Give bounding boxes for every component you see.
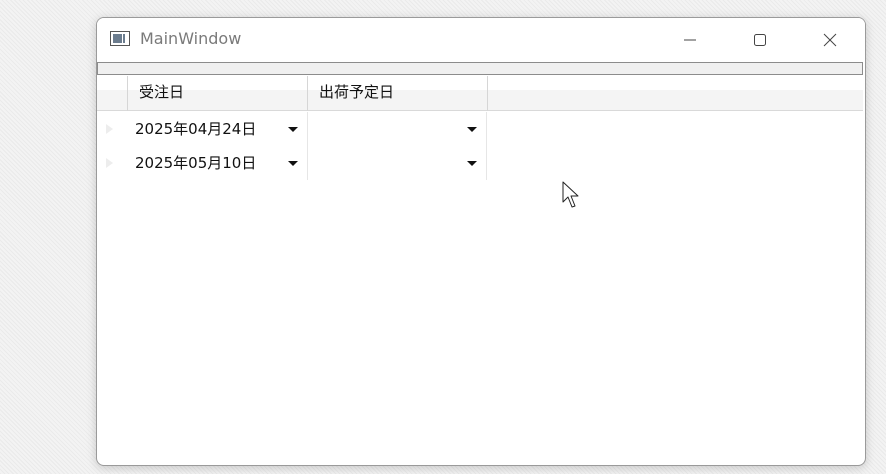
order-date-picker[interactable]: 2025年04月24日: [127, 112, 307, 146]
close-icon: [823, 33, 837, 47]
column-header-filler: [487, 76, 863, 111]
minimize-icon: [684, 39, 696, 41]
window-title: MainWindow: [140, 29, 242, 48]
row-header[interactable]: [97, 112, 127, 146]
column-header-order-date[interactable]: 受注日: [127, 76, 307, 111]
mouse-cursor-icon: [562, 181, 579, 208]
close-button[interactable]: [807, 18, 853, 62]
minimize-button[interactable]: [667, 18, 713, 62]
dropdown-arrow-icon[interactable]: [467, 127, 477, 133]
order-date-value: 2025年05月10日: [135, 154, 257, 172]
dropdown-arrow-icon[interactable]: [288, 127, 298, 133]
maximize-icon: [754, 34, 766, 46]
title-bar[interactable]: MainWindow: [97, 18, 865, 62]
main-window: MainWindow 受注日 出荷予定日 2025年04月24日 2025年05…: [96, 17, 866, 466]
row-triangle-icon: [106, 158, 113, 168]
row-triangle-icon: [106, 124, 113, 134]
app-icon-pane-right: [123, 34, 125, 43]
column-header-ship-date[interactable]: 出荷予定日: [307, 76, 487, 111]
grid-header: 受注日 出荷予定日: [97, 76, 863, 111]
ship-date-picker[interactable]: [307, 112, 487, 146]
dropdown-arrow-icon[interactable]: [467, 161, 477, 167]
table-row[interactable]: 2025年05月10日: [97, 146, 863, 180]
ship-date-picker[interactable]: [307, 146, 487, 180]
row-header[interactable]: [97, 146, 127, 180]
data-grid[interactable]: 受注日 出荷予定日 2025年04月24日 2025年05月10日: [97, 76, 863, 456]
order-date-value: 2025年04月24日: [135, 120, 257, 138]
order-date-picker[interactable]: 2025年05月10日: [127, 146, 307, 180]
menu-strip: [97, 62, 863, 75]
app-icon-pane: [113, 34, 122, 43]
dropdown-arrow-icon[interactable]: [288, 161, 298, 167]
table-row[interactable]: 2025年04月24日: [97, 112, 863, 146]
maximize-button[interactable]: [737, 18, 783, 62]
window-app-icon: [110, 31, 130, 46]
